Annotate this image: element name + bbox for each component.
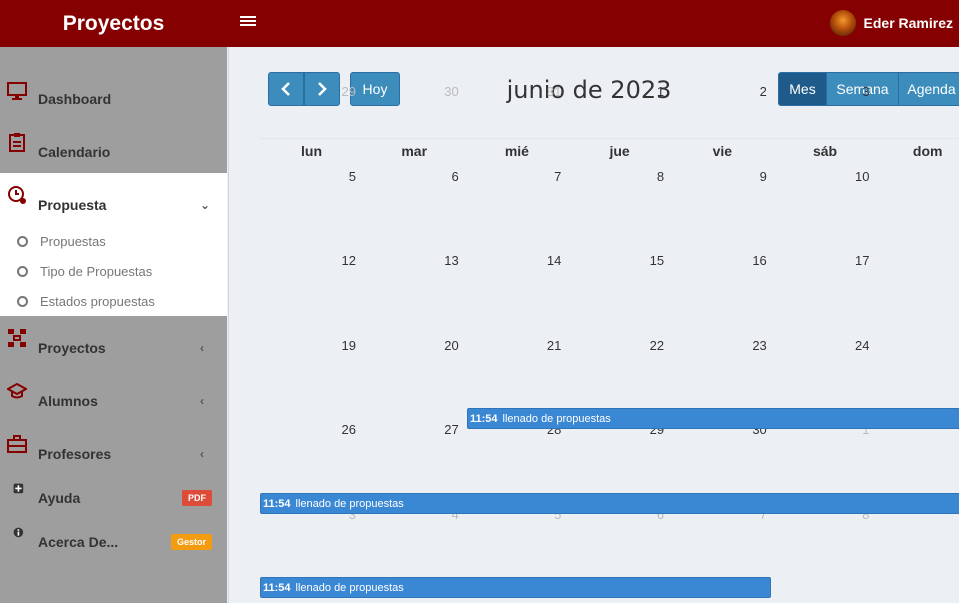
weekday-header: sáb: [812, 143, 838, 159]
sidebar-item-propuesta[interactable]: Propuesta ⌄: [0, 186, 227, 217]
sidebar-toggle-icon[interactable]: [240, 14, 256, 30]
event-time: 11:54: [263, 497, 291, 510]
user-name: Eder Ramirez: [863, 15, 953, 31]
sidebar-item-profesores[interactable]: Profesores ‹: [0, 435, 227, 466]
chevron-down-icon: ⌄: [200, 198, 211, 212]
day-cell[interactable]: 19: [260, 338, 363, 353]
sitemap-icon: [8, 329, 26, 347]
sidebar-item-label: Proyectos: [38, 340, 106, 356]
event-time: 11:54: [263, 581, 291, 594]
day-cell[interactable]: 20: [363, 338, 466, 353]
day-cell[interactable]: 15: [568, 253, 671, 268]
sidebar-item-label: Acerca De...: [38, 534, 119, 550]
sidebar-subitem-propuestas[interactable]: Propuestas: [0, 226, 227, 256]
event-time: 11:54: [470, 412, 498, 425]
day-cell[interactable]: 16: [671, 253, 774, 268]
gestor-badge: Gestor: [170, 534, 212, 550]
graduation-cap-icon: [7, 382, 27, 399]
day-cell[interactable]: 26: [260, 422, 363, 437]
chevron-left-icon: ‹: [200, 447, 204, 461]
calendar-event[interactable]: 11:54 llenado de propuestas: [260, 577, 771, 598]
circle-icon: [17, 265, 28, 277]
sidebar-subitem-tipo-propuestas[interactable]: Tipo de Propuestas: [0, 256, 227, 286]
calendar-event[interactable]: 11:54 llenado de propuestas: [260, 493, 959, 514]
circle-icon: [17, 295, 28, 307]
avatar[interactable]: [829, 10, 856, 36]
sidebar-subitem-label: Tipo de Propuestas: [40, 263, 153, 279]
day-cell[interactable]: 14: [465, 253, 568, 268]
weekday-header: jue: [609, 143, 630, 159]
sidebar-item-acerca-de[interactable]: Acerca De... Gestor: [0, 527, 227, 554]
day-cell[interactable]: 8: [568, 169, 671, 184]
weekday-header: lun: [301, 143, 322, 159]
day-cell[interactable]: 24: [774, 338, 877, 353]
day-cell[interactable]: 2: [671, 84, 774, 99]
day-cell[interactable]: 9: [671, 169, 774, 184]
clock-gear-icon: [8, 186, 26, 204]
sidebar-item-calendario[interactable]: Calendario: [0, 133, 227, 164]
day-cell[interactable]: 29: [260, 84, 363, 99]
day-cell[interactable]: 30: [363, 84, 466, 99]
circle-icon: [17, 235, 28, 247]
pdf-badge: PDF: [182, 490, 212, 506]
calendar-grid: lun mar mié jue vie sáb dom 29 30 31 1 2 3 5 6 7 8 9 10 12 1…: [260, 84, 959, 603]
day-cell[interactable]: 12: [260, 253, 363, 268]
clipboard-icon: [9, 133, 25, 152]
day-cell[interactable]: 21: [465, 338, 568, 353]
sidebar-item-label: Dashboard: [38, 91, 112, 107]
sidebar-item-ayuda[interactable]: Ayuda PDF: [0, 483, 227, 510]
sidebar-item-label: Propuesta: [38, 197, 107, 213]
day-cell[interactable]: 31: [465, 84, 568, 99]
sidebar-subitem-estados-propuestas[interactable]: Estados propuestas: [0, 286, 227, 316]
chevron-left-icon: ‹: [200, 394, 204, 408]
sidebar-item-label: Profesores: [38, 446, 112, 462]
day-cell[interactable]: 6: [363, 169, 466, 184]
info-circle-icon: [13, 527, 24, 538]
day-cell[interactable]: 10: [774, 169, 877, 184]
day-cell[interactable]: 3: [774, 84, 877, 99]
briefcase-icon: [7, 435, 27, 453]
sidebar-subitem-label: Propuestas: [40, 233, 106, 249]
sidebar-subitem-label: Estados propuestas: [40, 293, 155, 309]
day-cell[interactable]: 1: [568, 84, 671, 99]
day-cell[interactable]: 7: [465, 169, 568, 184]
calendar-event[interactable]: 11:54 llenado de propuestas: [467, 408, 959, 429]
event-title: llenado de propuestas: [295, 497, 404, 510]
sidebar-item-dashboard[interactable]: Dashboard: [0, 82, 227, 111]
view-agenda-button[interactable]: Agenda: [898, 72, 959, 106]
day-cell[interactable]: 27: [363, 422, 466, 437]
main-content: Hoy junio de 2023 Mes Semana Agenda lun m…: [228, 47, 959, 603]
monitor-icon: [7, 82, 27, 100]
day-cell[interactable]: 22: [568, 338, 671, 353]
sidebar-item-alumnos[interactable]: Alumnos ‹: [0, 382, 227, 413]
day-cell[interactable]: 23: [671, 338, 774, 353]
event-title: llenado de propuestas: [295, 581, 404, 594]
weekday-header: vie: [712, 143, 733, 159]
weekday-header: mar: [401, 143, 428, 159]
brand-logo[interactable]: Proyectos: [0, 0, 227, 47]
event-title: llenado de propuestas: [502, 412, 611, 425]
sidebar: Dashboard Calendario Propuesta ⌄ Propues…: [0, 47, 227, 603]
user-menu[interactable]: Eder Ramirez: [829, 10, 953, 36]
weekday-header: dom: [912, 143, 943, 159]
day-cell[interactable]: 5: [260, 169, 363, 184]
weekday-header: mié: [504, 143, 529, 159]
sidebar-item-label: Ayuda: [38, 490, 81, 506]
chevron-left-icon: ‹: [200, 341, 204, 355]
sidebar-item-label: Alumnos: [38, 393, 98, 409]
top-navbar: Proyectos Eder Ramirez: [0, 0, 959, 47]
day-cell[interactable]: 17: [774, 253, 877, 268]
sidebar-item-proyectos[interactable]: Proyectos ‹: [0, 329, 227, 360]
day-cell[interactable]: 13: [363, 253, 466, 268]
plus-square-icon: [13, 483, 24, 494]
sidebar-item-label: Calendario: [38, 144, 111, 160]
